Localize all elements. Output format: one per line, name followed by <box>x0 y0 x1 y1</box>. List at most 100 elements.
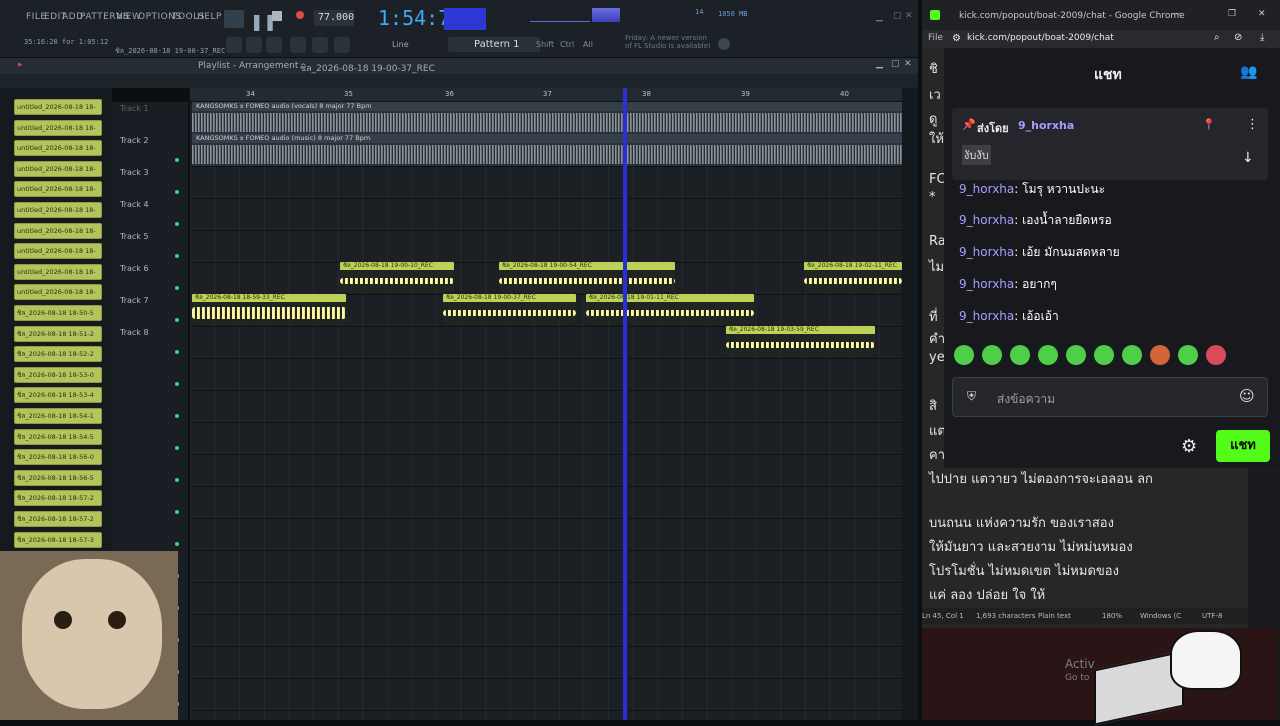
record-icon[interactable] <box>296 11 304 19</box>
audio-clip[interactable]: ชิล_2026-08-18 18-59-33_REC <box>192 294 346 324</box>
playlist-close-icon[interactable]: ✕ <box>904 59 912 69</box>
download-icon[interactable]: ⤓ <box>1260 32 1264 43</box>
snap-all[interactable]: All <box>583 40 593 49</box>
mixer-icon[interactable] <box>290 37 306 53</box>
snap-mode-label[interactable]: Line <box>392 40 409 49</box>
playhead[interactable] <box>623 88 627 720</box>
audio-clip-music[interactable]: KANGSOMKS x FOMEO audio (music) 8 major … <box>192 134 902 166</box>
chat-input-placeholder[interactable]: ส่งข้อความ <box>997 390 1055 409</box>
track-label-3[interactable]: Track 3 <box>120 168 149 177</box>
audio-clip[interactable]: ชิล_2026-08-18 19-00-10_REC <box>340 262 454 292</box>
track-mute-led[interactable] <box>175 446 179 450</box>
emote-icon[interactable] <box>1066 345 1086 365</box>
emoji-icon[interactable]: ☺ <box>1239 387 1255 405</box>
snap-ctrl[interactable]: Ctrl <box>560 40 574 49</box>
browser-pattern-item[interactable]: ชิล_2026-08-18 18-57-3 <box>14 531 102 548</box>
track-label-6[interactable]: Track 6 <box>120 264 149 273</box>
browser-pattern-item[interactable]: ชิล_2026-08-18 18-53-4 <box>14 387 102 404</box>
close-icon[interactable]: ✕ <box>1258 9 1266 19</box>
minimize-icon[interactable]: ▁ <box>876 12 883 22</box>
address-bar[interactable]: File ⚙ kick.com/popout/boat-2009/chat ⌕ … <box>922 30 1280 48</box>
close-icon[interactable]: ✕ <box>905 11 913 21</box>
browser-pattern-item[interactable]: ชิล_2026-08-18 18-56-0 <box>14 449 102 466</box>
browser-pattern-item[interactable]: ชิล_2026-08-18 18-52-2 <box>14 346 102 363</box>
track-mute-led[interactable] <box>175 318 179 322</box>
site-info-icon[interactable]: ⚙ <box>952 33 961 44</box>
menu-help[interactable]: HELP <box>197 12 222 22</box>
browser-pattern-item[interactable]: ชิล_2026-08-18 18-51-2 <box>14 325 102 342</box>
browser-pattern-item[interactable]: untitled_2026-08-18 18- <box>14 119 102 136</box>
playlist-icon[interactable] <box>246 37 262 53</box>
browser-pattern-item[interactable]: ชิล_2026-08-18 18-54-1 <box>14 408 102 424</box>
arrow-icon[interactable]: ▸ <box>18 60 23 70</box>
pinned-user[interactable]: 9_horxha <box>1018 119 1074 132</box>
browser-pattern-item[interactable]: untitled_2026-08-18 18- <box>14 202 102 218</box>
restore-icon[interactable]: ❐ <box>1228 9 1236 19</box>
emote-icon[interactable] <box>1038 345 1058 365</box>
browser-pattern-item[interactable]: untitled_2026-08-18 18- <box>14 181 102 198</box>
emote-icon[interactable] <box>1122 345 1142 365</box>
track-label-8[interactable]: Track 8 <box>120 328 149 337</box>
audio-clip[interactable]: ชิล_2026-08-18 19-00-37_REC <box>443 294 576 324</box>
settings-gear-icon[interactable]: ⚙ <box>1181 436 1197 457</box>
browser-pattern-item[interactable]: ชิล_2026-08-18 18-56-5 <box>14 469 102 486</box>
browser-pattern-item[interactable]: untitled_2026-08-18 18- <box>14 284 102 301</box>
chat-username[interactable]: 9_horxha <box>959 309 1014 323</box>
browser-pattern-item[interactable]: untitled_2026-08-18 18- <box>14 243 102 260</box>
snap-shift[interactable]: Shift <box>536 40 554 49</box>
chat-username[interactable]: 9_horxha <box>959 245 1014 259</box>
track-mute-led[interactable] <box>175 158 179 162</box>
users-icon[interactable]: 👥 <box>1240 64 1257 80</box>
arrangement-name[interactable]: ชิล_2026-08-18 19-00-37_REC <box>300 61 435 75</box>
playlist-maximize-icon[interactable]: ▢ <box>891 59 900 69</box>
emote-icon[interactable] <box>1206 345 1226 365</box>
track-mute-led[interactable] <box>175 542 179 546</box>
chat-input-box[interactable]: ⛨ ส่งข้อความ ☺ <box>952 377 1268 417</box>
timeline-ruler[interactable]: 34 35 36 37 38 39 40 <box>190 88 902 102</box>
browser-icon[interactable] <box>334 37 350 53</box>
track-mute-led[interactable] <box>175 382 179 386</box>
chat-username[interactable]: 9_horxha <box>959 182 1014 196</box>
tracking-icon[interactable]: ⊘ <box>1234 32 1242 43</box>
restore-icon[interactable]: ▢ <box>893 11 902 21</box>
audio-clip[interactable]: ชิล_2026-08-18 19-02-11_REC <box>804 262 902 292</box>
track-label-1[interactable]: Track 1 <box>120 104 149 113</box>
track-mute-led[interactable] <box>175 350 179 354</box>
browser-pattern-item[interactable]: untitled_2026-08-18 18- <box>14 222 102 239</box>
audio-clip-vocals[interactable]: KANGSOMKS x FOMEO audio (vocals) 8 major… <box>192 102 902 134</box>
playlist-grid[interactable]: KANGSOMKS x FOMEO audio (vocals) 8 major… <box>190 102 902 720</box>
minimize-icon[interactable]: — <box>1172 9 1181 19</box>
track-mute-led[interactable] <box>175 510 179 514</box>
browser-pattern-item[interactable]: ชิล_2026-08-18 18-57-2 <box>14 490 102 507</box>
vertical-scrollbar[interactable] <box>902 88 918 720</box>
browser-pattern-item[interactable]: ชิล_2026-08-18 18-53-0 <box>14 366 102 383</box>
globe-icon[interactable] <box>718 38 730 50</box>
emote-icon[interactable] <box>1178 345 1198 365</box>
browser-pattern-item[interactable]: ชิล_2026-08-18 18-57-2 <box>14 511 102 527</box>
track-label-2[interactable]: Track 2 <box>120 136 149 145</box>
track-mute-led[interactable] <box>175 254 179 258</box>
update-hint[interactable]: Friday: A newer version of FL Studio is … <box>625 34 713 50</box>
more-options-icon[interactable]: ⋮ <box>1246 117 1259 132</box>
piano-roll-icon[interactable] <box>266 37 282 53</box>
track-label-4[interactable]: Track 4 <box>120 200 149 209</box>
pattern-selector[interactable]: Pattern 1 <box>448 37 540 52</box>
stop-icon[interactable] <box>272 11 282 21</box>
browser-pattern-item[interactable]: untitled_2026-08-18 18- <box>14 99 102 115</box>
send-chat-button[interactable]: แชท <box>1216 430 1270 462</box>
snap-icon[interactable] <box>226 37 242 53</box>
track-mute-led[interactable] <box>175 286 179 290</box>
browser-pattern-item[interactable]: untitled_2026-08-18 18- <box>14 160 102 177</box>
playlist-minimize-icon[interactable]: ▁ <box>876 59 883 69</box>
track-label-5[interactable]: Track 5 <box>120 232 149 241</box>
browser-pattern-item[interactable]: ชิล_2026-08-18 18-54-5 <box>14 428 102 445</box>
chat-username[interactable]: 9_horxha <box>959 277 1014 291</box>
emote-icon[interactable] <box>954 345 974 365</box>
browser-pattern-item[interactable]: ชิล_2026-08-18 18-50-5 <box>14 305 102 321</box>
audio-clip[interactable]: ชิล_2026-08-18 19-03-59_REC <box>726 326 875 356</box>
tempo-display[interactable]: 77.000 <box>314 10 354 26</box>
audio-clip[interactable]: ชิล_2026-08-18 19-01-11_REC <box>586 294 754 324</box>
song-mode-toggle[interactable] <box>224 10 244 28</box>
scroll-down-icon[interactable]: ↓ <box>1242 150 1254 166</box>
track-mute-led[interactable] <box>175 190 179 194</box>
